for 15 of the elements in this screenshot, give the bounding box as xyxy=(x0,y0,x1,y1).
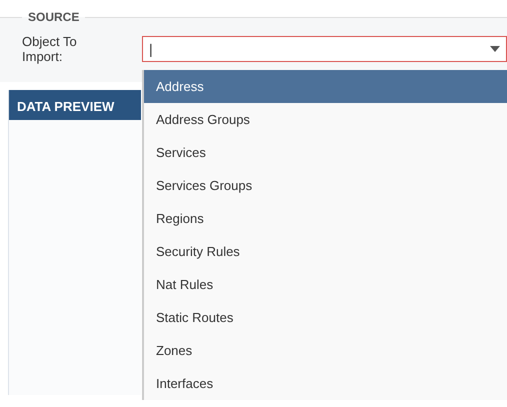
dropdown-option[interactable]: Zones xyxy=(144,334,507,367)
caret-icon xyxy=(490,46,500,52)
dropdown-option[interactable]: Services Groups xyxy=(144,169,507,202)
dropdown-option[interactable]: Regions xyxy=(144,202,507,235)
preview-header: DATA PREVIEW xyxy=(9,90,141,120)
dropdown-option[interactable]: Services xyxy=(144,136,507,169)
dropdown-option[interactable]: Static Routes xyxy=(144,301,507,334)
object-select[interactable]: | xyxy=(142,36,507,62)
dropdown-option[interactable]: Security Rules xyxy=(144,235,507,268)
dropdown-option[interactable]: Interfaces xyxy=(144,367,507,400)
dropdown-option[interactable]: Address xyxy=(144,70,507,103)
dropdown-option[interactable]: Nat Rules xyxy=(144,268,507,301)
dropdown-option[interactable]: Address Groups xyxy=(144,103,507,136)
object-label: Object To Import: xyxy=(22,34,78,64)
source-legend: SOURCE xyxy=(22,10,86,24)
